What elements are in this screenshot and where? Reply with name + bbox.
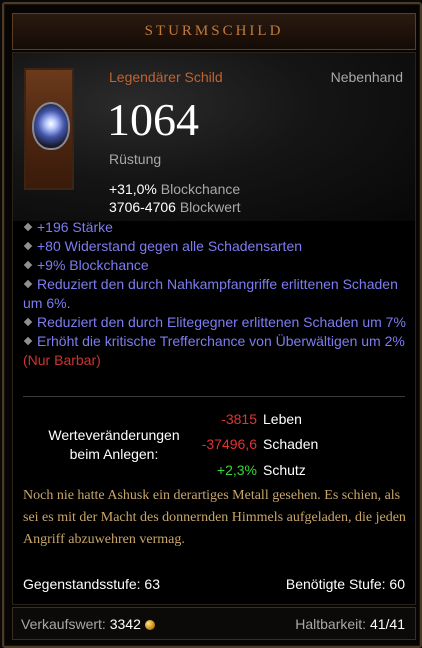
change-toughness-label: Schutz [263,462,306,478]
bullet-icon [23,336,33,346]
change-life-label: Leben [263,411,302,427]
sell-value: Verkaufswert: 3342 [21,616,155,632]
divider [23,396,405,397]
change-damage-label: Schaden [263,436,319,452]
affix-block-chance: +9% Blockchance [23,256,411,275]
bullet-icon [23,317,33,327]
change-damage-value: -37496,6 [201,436,257,452]
shield-icon [32,102,70,150]
item-tooltip: STURMSCHILD Legendärer Schild Nebenhand … [2,2,422,648]
block-chance-label: Blockchance [160,181,241,197]
stat-changes-label: Werteveränderungen beim Anlegen: [48,427,180,462]
gold-coin-icon [144,620,155,630]
item-type: Legendärer Schild [109,69,223,85]
affix-melee-reduction: Reduziert den durch Nahkampfangriffe erl… [23,276,398,311]
block-chance-stat: +31,0% Blockchance [109,181,240,197]
affix-overpower-crit: Erhöht die kritische Trefferchance von Ü… [23,333,405,368]
affix-elite-reduction: Reduziert den durch Elitegegner erlitten… [23,313,411,332]
bullet-icon [23,279,33,289]
title-bar: STURMSCHILD [12,13,416,50]
required-level: Benötigte Stufe: 60 [285,576,405,592]
change-life-value: -3815 [221,411,257,427]
block-value-label: Blockwert [179,199,241,215]
bullet-icon [23,241,33,251]
flavor-text: Noch nie hatte Ashusk ein derartiges Met… [23,488,406,547]
armor-label: Rüstung [109,151,162,167]
affix-resist-all: +80 Widerstand gegen alle Schadensarten [23,237,411,256]
item-icon-slot [24,68,74,190]
block-value-value: 3706-4706 [109,199,176,215]
armor-value: 1064 [107,94,199,145]
item-name: STURMSCHILD [144,23,284,39]
affix-list: +196 Stärke +80 Widerstand gegen alle Sc… [23,218,411,370]
item-header: Legendärer Schild Nebenhand 1064 Rüstung… [13,53,415,221]
block-value-stat: 3706-4706 Blockwert [109,199,241,215]
item-level: Gegenstandsstufe: 63 [23,576,160,592]
tooltip-body: Legendärer Schild Nebenhand 1064 Rüstung… [12,52,416,605]
bullet-icon [23,260,33,270]
durability: Haltbarkeit: 41/41 [295,616,405,632]
item-slot: Nebenhand [330,69,403,85]
block-chance-value: +31,0% [109,181,157,197]
change-toughness-value: +2,3% [216,462,257,478]
affix-strength: +196 Stärke [23,218,411,237]
class-restriction: (Nur Barbar) [23,352,101,368]
bottom-bar: Verkaufswert: 3342 Haltbarkeit: 41/41 [12,607,416,640]
bullet-icon [23,222,33,232]
